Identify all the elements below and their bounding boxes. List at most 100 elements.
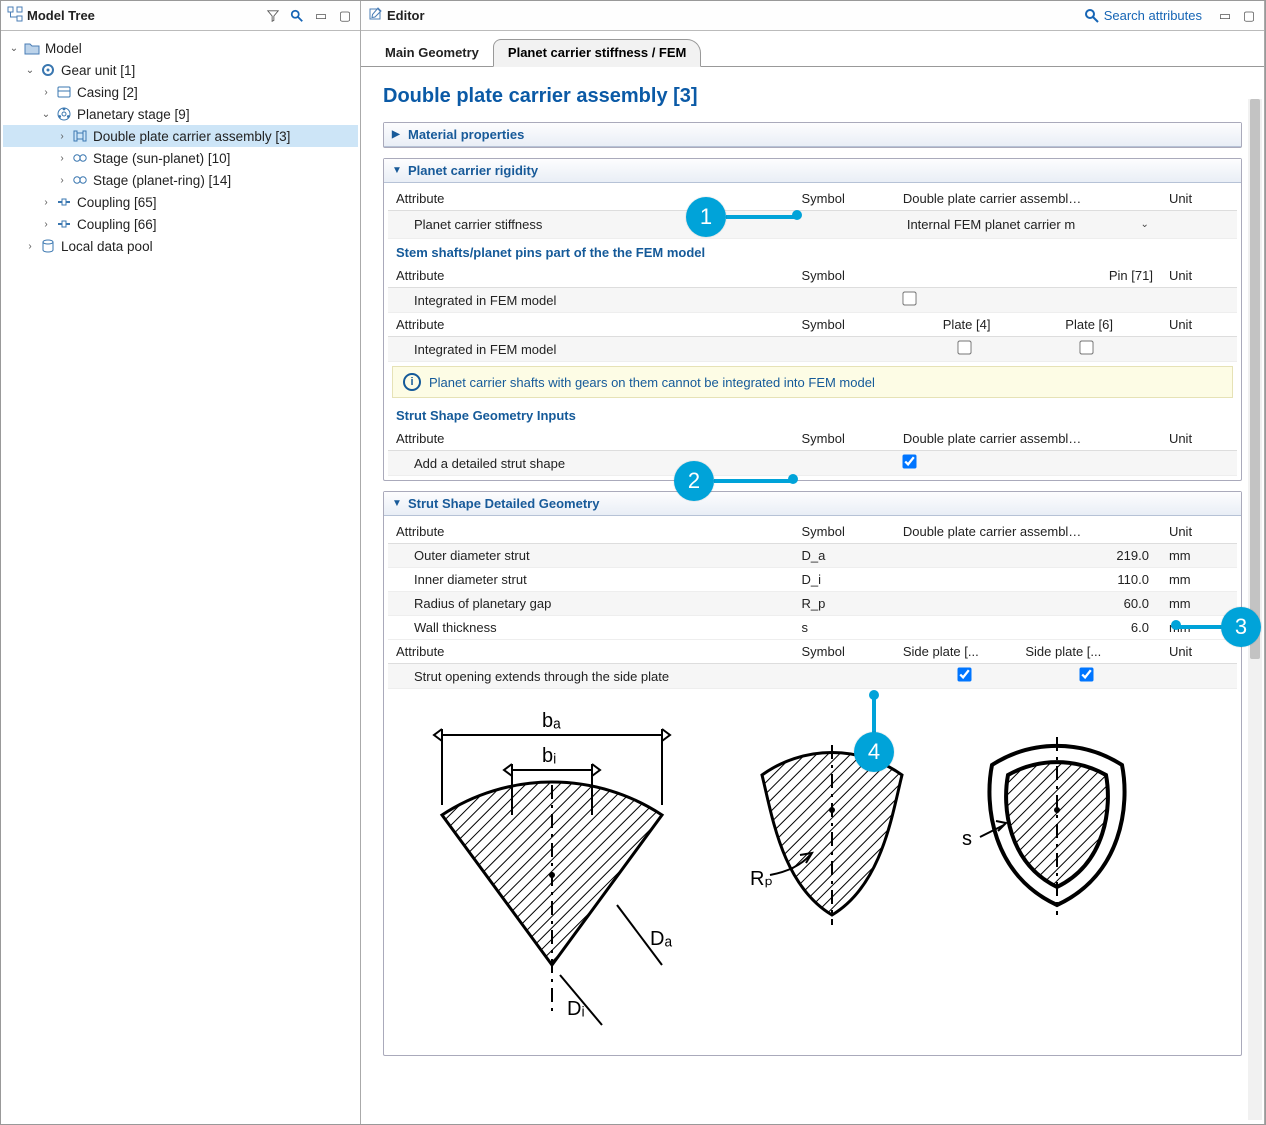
info-carrier-shafts: i Planet carrier shafts with gears on th…: [392, 366, 1233, 398]
svg-text:bᵢ: bᵢ: [542, 745, 556, 767]
model-tree-title: Model Tree: [27, 8, 95, 23]
input-radius-gap[interactable]: 60.0: [895, 592, 1161, 616]
col-unit: Unit: [1161, 187, 1237, 211]
section-header-strut-detailed[interactable]: ▼ Strut Shape Detailed Geometry: [384, 492, 1241, 516]
carrier-icon: [71, 127, 89, 145]
editor-minimize-icon[interactable]: ▭: [1216, 7, 1234, 25]
checkbox-add-strut-shape[interactable]: [902, 454, 916, 468]
editor-panel: Editor Search attributes ▭ ▢ Main Geomet…: [361, 1, 1265, 1124]
svg-text:Rₚ: Rₚ: [750, 868, 773, 890]
folder-icon: [23, 39, 41, 57]
database-icon: [39, 237, 57, 255]
caret-down-icon: ▼: [392, 165, 404, 176]
tree-node-coupling-66[interactable]: › Coupling [66]: [3, 213, 358, 235]
expand-toggle[interactable]: ›: [55, 175, 69, 186]
tree-icon: [7, 6, 23, 25]
diagram-strut-s: s: [962, 715, 1152, 925]
expand-toggle[interactable]: ›: [39, 197, 53, 208]
annotation-1-line: [726, 215, 796, 219]
rigidity-table-strut-input: Attribute Symbol Double plate carrier as…: [388, 427, 1237, 476]
expand-toggle[interactable]: ›: [23, 241, 37, 252]
row-wall-thickness: Wall thickness s 6.0 mm: [388, 616, 1237, 640]
row-outer-dia: Outer diameter strut D_a 219.0 mm: [388, 544, 1237, 568]
model-tree-header: Model Tree ▭ ▢: [1, 1, 360, 31]
tree-node-coupling-65[interactable]: › Coupling [65]: [3, 191, 358, 213]
annotation-3-line: [1177, 625, 1223, 629]
annotation-4-dot: [869, 690, 879, 700]
editor-icon: [367, 6, 383, 25]
search-attributes[interactable]: Search attributes: [1084, 8, 1202, 24]
annotation-4-line: [872, 698, 876, 734]
section-header-rigidity[interactable]: ▼ Planet carrier rigidity: [384, 159, 1241, 183]
section-carrier-rigidity: ▼ Planet carrier rigidity Attribute Symb…: [383, 158, 1242, 481]
expand-toggle[interactable]: ›: [39, 87, 53, 98]
model-tree-panel: Model Tree ▭ ▢ ⌄ Model ⌄ Gear unit [1] ›: [1, 1, 361, 1124]
tree-search-icon[interactable]: [288, 7, 306, 25]
subheader-strut-inputs: Strut Shape Geometry Inputs: [388, 402, 1237, 427]
checkbox-pin-integrated[interactable]: [902, 291, 916, 305]
input-outer-dia[interactable]: 219.0: [895, 544, 1161, 568]
expand-toggle[interactable]: ⌄: [23, 65, 37, 76]
expand-toggle[interactable]: ›: [55, 153, 69, 164]
rigidity-table-1: Attribute Symbol Double plate carrier as…: [388, 187, 1237, 239]
select-carrier-stiffness[interactable]: Internal FEM planet carrier m ⌄: [903, 215, 1153, 234]
editor-maximize-icon[interactable]: ▢: [1240, 7, 1258, 25]
row-integrated-plates: Integrated in FEM model: [388, 337, 1237, 362]
page-title: Double plate carrier assembly [3]: [383, 85, 1242, 108]
checkbox-plate4-integrated[interactable]: [957, 340, 971, 354]
coupling-icon: [55, 215, 73, 233]
tree-node-stage-sun-planet[interactable]: › Stage (sun-planet) [10]: [3, 147, 358, 169]
strut-diagram: bₐ bᵢ Dₐ: [392, 695, 1233, 1045]
tree-node-model[interactable]: ⌄ Model: [3, 37, 358, 59]
tree-minimize-icon[interactable]: ▭: [312, 7, 330, 25]
tree-node-planetary-stage[interactable]: ⌄ Planetary stage [9]: [3, 103, 358, 125]
annotation-3: 3: [1221, 607, 1261, 647]
caret-down-icon: ▼: [392, 498, 404, 509]
tree-node-casing[interactable]: › Casing [2]: [3, 81, 358, 103]
detailed-geom-table: Attribute Symbol Double plate carrier as…: [388, 520, 1237, 689]
expand-toggle[interactable]: ⌄: [39, 109, 53, 120]
tree-node-double-plate-carrier[interactable]: › Double plate carrier assembly [3]: [3, 125, 358, 147]
checkbox-plate6-integrated[interactable]: [1079, 340, 1093, 354]
tab-carrier-stiffness-fem[interactable]: Planet carrier stiffness / FEM: [493, 39, 701, 67]
info-icon: i: [403, 373, 421, 391]
tab-main-geometry[interactable]: Main Geometry: [371, 40, 493, 66]
tree-node-gear-unit[interactable]: ⌄ Gear unit [1]: [3, 59, 358, 81]
tree-node-stage-planet-ring[interactable]: › Stage (planet-ring) [14]: [3, 169, 358, 191]
input-wall-thickness[interactable]: 6.0: [895, 616, 1161, 640]
section-header-material[interactable]: ▶ Material properties: [384, 123, 1241, 147]
row-add-detailed-strut: Add a detailed strut shape: [388, 451, 1237, 476]
input-inner-dia[interactable]: 110.0: [895, 568, 1161, 592]
editor-title: Editor: [387, 8, 425, 23]
row-planet-carrier-stiffness: Planet carrier stiffness Internal FEM pl…: [388, 211, 1237, 239]
gear-unit-icon: [39, 61, 57, 79]
svg-text:Dₐ: Dₐ: [650, 928, 672, 950]
expand-toggle[interactable]: ›: [39, 219, 53, 230]
rigidity-table-pins: Attribute Symbol Pin [71] Unit Integrate…: [388, 264, 1237, 362]
col-symbol: Symbol: [793, 187, 894, 211]
row-integrated-pin: Integrated in FEM model: [388, 288, 1237, 313]
expand-toggle[interactable]: ⌄: [7, 43, 21, 54]
col-attribute: Attribute: [388, 187, 793, 211]
gear-pair-icon: [71, 149, 89, 167]
caret-right-icon: ▶: [392, 129, 404, 140]
annotation-3-dot: [1171, 620, 1181, 630]
annotation-2-dot: [788, 474, 798, 484]
annotation-1: 1: [686, 197, 726, 237]
expand-toggle[interactable]: ›: [55, 131, 69, 142]
subheader-stem-shafts: Stem shafts/planet pins part of the the …: [388, 239, 1237, 264]
tree-node-local-data-pool[interactable]: › Local data pool: [3, 235, 358, 257]
svg-text:bₐ: bₐ: [542, 710, 561, 732]
editor-body[interactable]: Double plate carrier assembly [3] ▶ Mate…: [361, 67, 1264, 1124]
tree-maximize-icon[interactable]: ▢: [336, 7, 354, 25]
annotation-2: 2: [674, 461, 714, 501]
chevron-down-icon: ⌄: [1141, 219, 1149, 230]
checkbox-side-plate-1[interactable]: [957, 667, 971, 681]
tree-filter-icon[interactable]: [264, 7, 282, 25]
checkbox-side-plate-2[interactable]: [1079, 667, 1093, 681]
diagram-strut-top: bₐ bᵢ Dₐ: [402, 715, 702, 1035]
model-tree[interactable]: ⌄ Model ⌄ Gear unit [1] › Casing [2] ⌄: [1, 31, 360, 1124]
editor-tabs: Main Geometry Planet carrier stiffness /…: [361, 31, 1264, 67]
row-inner-dia: Inner diameter strut D_i 110.0 mm: [388, 568, 1237, 592]
section-material-properties: ▶ Material properties: [383, 122, 1242, 148]
